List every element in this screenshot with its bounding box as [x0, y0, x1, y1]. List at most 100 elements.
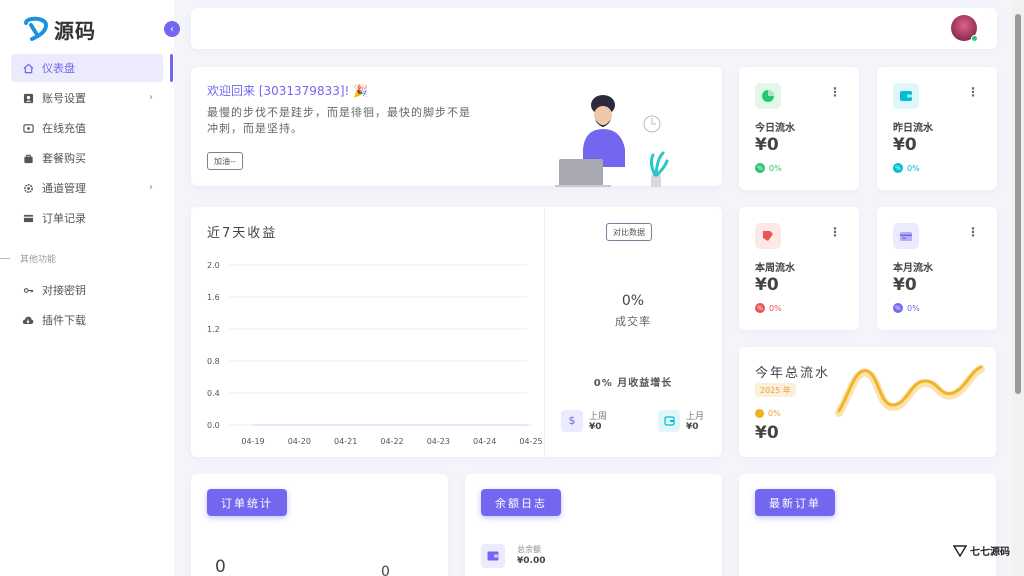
- stat-card-month: ⋮ 本月流水 ¥0 % 0%: [877, 207, 997, 330]
- y-tick-label: 0.4: [207, 389, 220, 398]
- stat-percent-value: 0%: [769, 163, 782, 173]
- stat-card-week: ⋮ 本周流水 ¥0 % 0%: [739, 207, 859, 330]
- trend-icon: [755, 409, 764, 418]
- stat-value: ¥0: [893, 135, 917, 155]
- last-week-value: ¥0: [589, 422, 602, 432]
- watermark: 七七源码: [953, 543, 1010, 558]
- brand-logo[interactable]: 源码: [22, 14, 96, 44]
- stat-percent: % 0%: [755, 303, 782, 313]
- annual-percent-value: 0%: [768, 409, 781, 418]
- wallet-icon: [481, 544, 505, 568]
- y-tick-label: 0.0: [207, 421, 220, 430]
- sidebar-item-orders[interactable]: 订单记录: [11, 204, 163, 232]
- x-tick-label: 04-25: [519, 437, 542, 446]
- sidebar-item-api-key[interactable]: 对接密钥: [11, 276, 163, 304]
- more-options-icon[interactable]: ⋮: [967, 85, 979, 99]
- compare-data-button[interactable]: 对比数据: [606, 223, 652, 241]
- trend-icon: %: [755, 163, 765, 173]
- welcome-card: 欢迎回来 [3031379833]! 🎉 最慢的步伐不是跬步，而是徘徊，最快的脚…: [191, 67, 722, 187]
- sidebar-item-package[interactable]: 套餐购买: [11, 144, 163, 172]
- annual-revenue-value: ¥0: [755, 423, 779, 443]
- stat-label: 本月流水: [893, 263, 933, 274]
- sidebar-item-label: 账号设置: [42, 92, 86, 105]
- total-balance-label: 总余额: [517, 545, 541, 554]
- more-options-icon[interactable]: ⋮: [829, 225, 841, 239]
- last-month-text: 上月 ¥0: [686, 409, 704, 432]
- sidebar-item-plugin[interactable]: 插件下载: [11, 306, 163, 334]
- scrollbar-thumb[interactable]: [1015, 14, 1021, 394]
- sidebar-item-label: 对接密钥: [42, 284, 86, 297]
- sidebar-item-account[interactable]: 账号设置 ›: [11, 84, 163, 112]
- last-week-text: 上周 ¥0: [589, 409, 607, 432]
- wallet-icon: [893, 83, 919, 109]
- section-title-text: 其他功能: [20, 255, 57, 265]
- order-count-primary: 0: [215, 557, 226, 576]
- order-stats-card: 订单统计 0 0: [191, 474, 448, 576]
- watermark-text: 七七源码: [970, 547, 1010, 558]
- more-options-icon[interactable]: ⋮: [967, 225, 979, 239]
- stat-percent-value: 0%: [907, 163, 920, 173]
- sidebar-item-label: 插件下载: [42, 314, 86, 327]
- y-tick-label: 0.8: [207, 357, 220, 366]
- revenue-chart-card: 近7天收益 2.0 1.6 1.2 0.8 0.4 0.0 04-19 04-20 04-21 0…: [191, 207, 722, 457]
- x-tick-label: 04-19: [241, 437, 264, 446]
- x-tick-label: 04-23: [427, 437, 450, 446]
- last-month-summary: 上月 ¥0: [658, 409, 704, 432]
- order-count-secondary: 0: [381, 564, 390, 576]
- stat-percent: % 0%: [755, 163, 782, 173]
- stat-card-today: ⋮ 今日流水 ¥0 % 0%: [739, 67, 859, 190]
- stat-card-yesterday: ⋮ 昨日流水 ¥0 % 0%: [877, 67, 997, 190]
- stat-value: ¥0: [893, 275, 917, 295]
- stat-value: ¥0: [755, 135, 779, 155]
- sidebar-nav-other: 对接密钥 插件下载: [11, 276, 163, 336]
- pie-chart-icon: [755, 83, 781, 109]
- stat-percent: % 0%: [893, 163, 920, 173]
- last-week-label: 上周: [589, 412, 608, 422]
- stat-percent-value: 0%: [907, 303, 920, 313]
- last-week-summary: $ 上周 ¥0: [561, 409, 607, 432]
- annual-percent: 0%: [755, 409, 781, 418]
- sidebar-item-label: 仪表盘: [42, 62, 75, 75]
- annual-revenue-title: 今年总流水: [755, 366, 831, 381]
- key-icon: [22, 284, 34, 296]
- page-scrollbar[interactable]: [1012, 0, 1024, 576]
- conversion-rate-value: 0%: [621, 293, 645, 309]
- stat-value: ¥0: [755, 275, 779, 295]
- sidebar-item-label: 套餐购买: [42, 152, 86, 165]
- sidebar-item-dashboard[interactable]: 仪表盘: [11, 54, 163, 82]
- logo-mark-icon: [24, 16, 49, 41]
- stat-label: 昨日流水: [893, 123, 933, 134]
- more-options-icon[interactable]: ⋮: [829, 85, 841, 99]
- stat-label: 今日流水: [755, 123, 795, 134]
- total-balance-value: ¥0.00: [517, 556, 546, 566]
- sidebar-collapse-button[interactable]: ‹: [164, 21, 180, 37]
- bag-icon: [22, 152, 34, 164]
- order-stats-tab[interactable]: 订单统计: [207, 489, 287, 516]
- developer-illustration: [555, 95, 669, 187]
- sidebar-item-channel[interactable]: 通道管理 ›: [11, 174, 163, 202]
- sidebar-active-indicator: [170, 54, 173, 82]
- sidebar-item-recharge[interactable]: 在线充值: [11, 114, 163, 142]
- tag-icon: [755, 223, 781, 249]
- cloud-download-icon: [22, 314, 34, 326]
- card-divider: [544, 207, 545, 457]
- y-tick-label: 1.6: [207, 293, 220, 302]
- chevron-right-icon: ›: [149, 182, 153, 193]
- welcome-message: 最慢的步伐不是跬步，而是徘徊，最快的脚步不是冲刺，而是坚持。: [207, 106, 471, 135]
- cheer-button[interactable]: 加油--: [207, 152, 243, 170]
- last-month-value: ¥0: [686, 422, 699, 432]
- y-tick-label: 2.0: [207, 261, 220, 270]
- x-tick-label: 04-22: [380, 437, 403, 446]
- online-status-dot: [971, 35, 978, 42]
- card-icon: [22, 212, 34, 224]
- x-tick-label: 04-21: [334, 437, 357, 446]
- annual-sparkline: [835, 365, 985, 417]
- balance-log-tab[interactable]: 余额日志: [481, 489, 561, 516]
- balance-log-card: 余额日志 总余额 ¥0.00: [465, 474, 722, 576]
- sidebar-nav: 仪表盘 账号设置 › 在线充值 套餐购买 通道管理 › 订单记录: [11, 54, 163, 234]
- brand-name: 源码: [54, 18, 96, 43]
- chevron-left-icon: ‹: [170, 23, 174, 35]
- x-tick-label: 04-24: [473, 437, 496, 446]
- latest-orders-tab[interactable]: 最新订单: [755, 489, 835, 516]
- trend-icon: %: [893, 303, 903, 313]
